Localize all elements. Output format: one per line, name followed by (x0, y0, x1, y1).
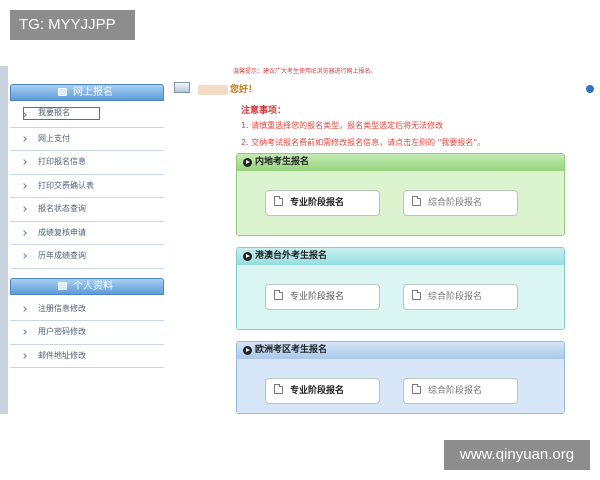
monitor-icon (58, 88, 67, 96)
sidebar-item-change-email[interactable]: 邮件地址修改 (10, 345, 164, 368)
sidebar-item-print-payment-confirm[interactable]: 打印交费确认表 (10, 175, 164, 198)
sidebar-item-label: 打印交费确认表 (38, 180, 94, 190)
panel-title: 欧洲考区考生报名 (255, 345, 328, 355)
notice-line-2: 2. 交纳考试报名费前如需修改报名信息，请点击左侧的 "我要报名"。 (241, 138, 486, 147)
chevron-right-icon (21, 305, 27, 312)
top-notice: 温馨提示：建议广大考生使用IE浏览器进行网上报名。 (233, 68, 377, 75)
arrow-right-circle-icon (243, 158, 252, 167)
chevron-right-icon (21, 253, 27, 259)
comprehensive-stage-button[interactable]: 综合阶段报名 (403, 378, 518, 404)
person-icon (58, 281, 67, 290)
chevron-right-icon (21, 159, 27, 165)
sidebar-header-label: 网上报名 (73, 87, 113, 98)
chevron-right-icon (21, 352, 27, 359)
sidebar-header-online-reg: 网上报名 (10, 84, 164, 101)
panel-europe: 欧洲考区考生报名 专业阶段报名 综合阶段报名 (236, 341, 565, 414)
sidebar-list-online-reg: 我要报名 网上支付 打印报名信息 打印交费确认表 报名状态查询 成绩复核申请 历… (10, 101, 164, 269)
folder-icon (274, 290, 283, 300)
chevron-right-icon (21, 329, 27, 335)
sidebar-item-label: 报名状态查询 (38, 204, 86, 213)
folder-icon (274, 196, 283, 206)
sidebar-item-history-scores[interactable]: 历年成绩查询 (10, 245, 164, 269)
professional-stage-button[interactable]: 专业阶段报名 (265, 190, 380, 216)
sidebar-item-label: 成绩复核申请 (38, 227, 86, 237)
app-window: 网上报名 我要报名 网上支付 打印报名信息 打印交费确认表 报名状态查询 成绩复… (0, 66, 600, 414)
arrow-right-circle-icon (243, 252, 252, 261)
button-label: 综合阶段报名 (428, 386, 483, 396)
button-label: 综合阶段报名 (428, 292, 483, 302)
panel-title: 内地考生报名 (255, 157, 310, 167)
greeting-text: 您好！ (230, 85, 258, 95)
left-edge (0, 66, 8, 414)
sidebar-header-label: 个人资料 (73, 280, 113, 292)
comprehensive-stage-button[interactable]: 综合阶段报名 (403, 190, 518, 216)
sidebar-item-reg-status[interactable]: 报名状态查询 (10, 198, 164, 222)
sidebar-item-online-payment[interactable]: 网上支付 (10, 128, 164, 151)
comprehensive-stage-button[interactable]: 综合阶段报名 (403, 284, 518, 310)
panel-header: 内地考生报名 (237, 154, 564, 171)
chevron-right-icon (21, 135, 27, 142)
sidebar-item-edit-registration[interactable]: 注册信息修改 (10, 298, 164, 321)
sidebar-item-print-reg-info[interactable]: 打印报名信息 (10, 151, 164, 175)
help-icon[interactable] (586, 85, 594, 93)
notice-line-1: 1. 请慎重选择您的报名类型，报名类型选定后将无法修改 (241, 121, 444, 130)
sidebar-header-personal: 个人资料 (10, 277, 164, 295)
sidebar-item-label: 打印报名信息 (38, 157, 86, 166)
watermark-bottom: www.qinyuan.org (444, 440, 590, 470)
sidebar-item-change-password[interactable]: 用户密码修改 (10, 321, 164, 345)
sidebar-item-label: 邮件地址修改 (38, 350, 86, 360)
greeting: 您好！ (198, 82, 257, 95)
panel-hk-macao-taiwan-foreign: 港澳台外考生报名 专业阶段报名 综合阶段报名 (236, 247, 565, 330)
panel-mainland: 内地考生报名 专业阶段报名 综合阶段报名 (236, 153, 565, 236)
panel-title: 港澳台外考生报名 (255, 251, 328, 261)
button-label: 专业阶段报名 (290, 198, 345, 208)
folder-icon (412, 290, 421, 300)
sidebar-item-label: 历年成绩查询 (38, 251, 86, 260)
selection-outline (23, 107, 100, 120)
sidebar-item-score-review[interactable]: 成绩复核申请 (10, 222, 164, 245)
professional-stage-button[interactable]: 专业阶段报名 (265, 378, 380, 404)
button-label: 综合阶段报名 (428, 198, 483, 208)
window-icon (174, 82, 190, 93)
sidebar: 网上报名 我要报名 网上支付 打印报名信息 打印交费确认表 报名状态查询 成绩复… (10, 84, 164, 414)
sidebar-item-label: 用户密码修改 (38, 327, 86, 336)
notice-title: 注意事项： (241, 106, 287, 116)
sidebar-item-label: 网上支付 (38, 133, 70, 143)
panel-body: 专业阶段报名 综合阶段报名 (237, 359, 564, 413)
folder-icon (412, 196, 421, 206)
sidebar-item-register[interactable]: 我要报名 (10, 104, 164, 128)
watermark-top: TG: MYYJJPP (10, 10, 135, 40)
button-label: 专业阶段报名 (290, 292, 345, 302)
button-label: 专业阶段报名 (290, 386, 345, 396)
chevron-right-icon (21, 182, 27, 189)
chevron-right-icon (21, 229, 27, 236)
professional-stage-button[interactable]: 专业阶段报名 (265, 284, 380, 310)
chevron-right-icon (21, 206, 27, 212)
folder-icon (274, 384, 283, 394)
folder-icon (412, 384, 421, 394)
top-bar: 您好！ (171, 82, 600, 96)
panel-header: 欧洲考区考生报名 (237, 342, 564, 359)
sidebar-list-personal: 注册信息修改 用户密码修改 邮件地址修改 (10, 295, 164, 368)
arrow-right-circle-icon (243, 346, 252, 355)
panel-body: 专业阶段报名 综合阶段报名 (237, 171, 564, 235)
sidebar-item-label: 注册信息修改 (38, 303, 86, 313)
panel-body: 专业阶段报名 综合阶段报名 (237, 265, 564, 329)
blurred-username (198, 84, 228, 95)
panel-header: 港澳台外考生报名 (237, 248, 564, 265)
